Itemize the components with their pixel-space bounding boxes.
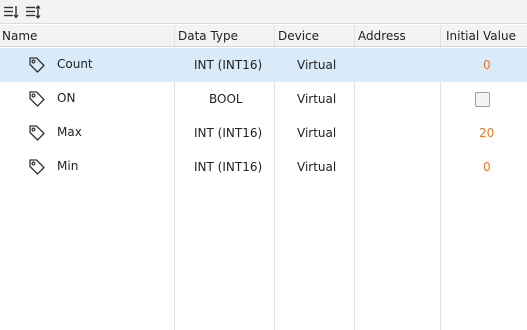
tag-name: Max — [57, 125, 82, 139]
column-header-initial-value[interactable]: Initial Value — [446, 25, 516, 47]
tag-device: Virtual — [297, 126, 337, 140]
table-row[interactable]: Min INT (INT16) Virtual 0 — [0, 150, 527, 184]
tag-initial-value[interactable]: 0 — [483, 150, 491, 184]
tag-initial-value[interactable]: 20 — [479, 116, 494, 150]
column-header-address[interactable]: Address — [358, 25, 406, 47]
tag-icon — [29, 57, 45, 73]
tag-name: Count — [57, 57, 93, 71]
tag-initial-value[interactable]: 0 — [483, 48, 491, 82]
tag-icon — [29, 125, 45, 141]
expand-all-icon — [26, 4, 41, 20]
table-row[interactable]: Count INT (INT16) Virtual 0 — [0, 48, 527, 82]
tag-name: ON — [57, 91, 76, 105]
tag-name: Min — [57, 159, 79, 173]
column-header-name[interactable]: Name — [2, 25, 37, 47]
table-row[interactable]: Max INT (INT16) Virtual 20 — [0, 116, 527, 150]
tag-device: Virtual — [297, 58, 337, 72]
column-header-device[interactable]: Device — [278, 25, 319, 47]
expand-all-button[interactable] — [23, 2, 43, 22]
collapse-all-icon — [4, 6, 19, 19]
tag-data-type: INT (INT16) — [194, 126, 263, 140]
column-header-data-type[interactable]: Data Type — [178, 25, 238, 47]
tag-device: Virtual — [297, 160, 337, 174]
initial-value-checkbox[interactable] — [475, 92, 490, 107]
table-row[interactable]: ON BOOL Virtual — [0, 82, 527, 116]
table-header: Name Data Type Device Address Initial Va… — [0, 25, 527, 47]
toolbar — [0, 0, 527, 24]
tag-device: Virtual — [297, 92, 337, 106]
tag-icon — [29, 91, 45, 107]
tag-icon — [29, 159, 45, 175]
tag-data-type: INT (INT16) — [194, 160, 263, 174]
tag-data-type: INT (INT16) — [194, 58, 263, 72]
collapse-all-button[interactable] — [1, 2, 21, 22]
tag-data-type: BOOL — [209, 92, 243, 106]
